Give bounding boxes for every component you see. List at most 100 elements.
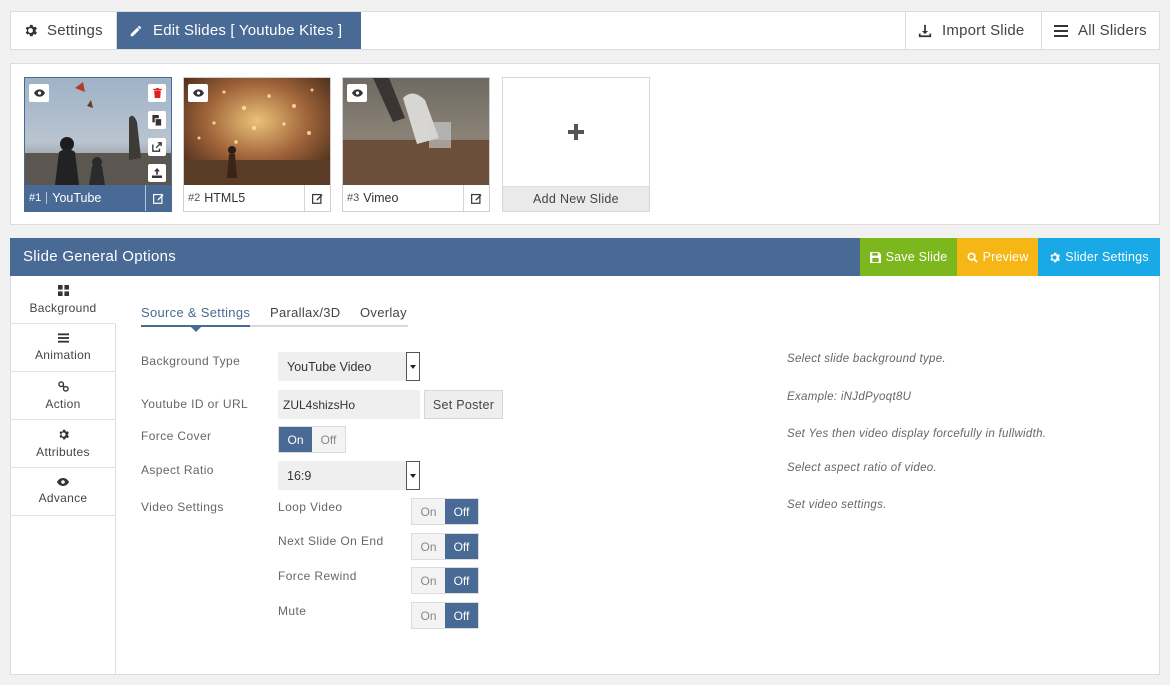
aspect-ratio-value: 16:9 [287, 468, 312, 483]
next-slide-label: Next Slide On End [278, 534, 384, 548]
duplicate-slide-button[interactable] [148, 111, 166, 129]
eye-icon [57, 478, 69, 486]
toggle-off-option[interactable]: Off [312, 427, 345, 452]
toggle-on-option[interactable]: On [412, 603, 445, 628]
tab-settings[interactable]: Settings [11, 12, 117, 49]
slide-number: #1 [25, 192, 48, 204]
toggle-on-option[interactable]: On [412, 499, 445, 524]
edit-icon [471, 193, 482, 204]
edit-slide-button[interactable] [145, 185, 171, 211]
slide-name: Vimeo [363, 191, 399, 205]
slider-settings-button[interactable]: Slider Settings [1038, 238, 1160, 276]
chevron-down-icon [406, 352, 420, 381]
sidenav-label: Animation [34, 348, 92, 362]
toggle-visibility-button[interactable] [347, 84, 367, 102]
toggle-off-option[interactable]: Off [445, 603, 478, 628]
add-new-slide-button[interactable]: Add New Slide [502, 77, 650, 212]
slide-name: YouTube [52, 191, 102, 205]
slide-number: #2 [188, 192, 201, 204]
copy-icon [152, 114, 162, 126]
top-tab-bar: Settings Edit Slides [ Youtube Kites ] I… [10, 11, 1160, 50]
all-sliders-button[interactable]: All Sliders [1041, 12, 1159, 49]
edit-icon [312, 193, 323, 204]
preview-label: Preview [982, 250, 1029, 264]
slide-card-3[interactable]: #3 Vimeo [342, 77, 490, 212]
upload-slide-button[interactable] [148, 164, 166, 182]
sidenav-label: Background [29, 300, 97, 315]
slide-caption: #3 Vimeo [343, 185, 489, 211]
aspect-ratio-help: Select aspect ratio of video. [787, 462, 937, 474]
add-new-slide-label: Add New Slide [503, 186, 649, 211]
toggle-off-option[interactable]: Off [445, 534, 478, 559]
toggle-off-option[interactable]: Off [445, 499, 478, 524]
bars-icon [57, 333, 69, 343]
save-slide-label: Save Slide [885, 250, 948, 264]
link-icon [57, 380, 69, 392]
subtab-source-settings[interactable]: Source & Settings [141, 305, 250, 320]
export-slide-button[interactable] [148, 138, 166, 156]
sidenav-label: Action [45, 396, 81, 411]
sidenav-item-attributes[interactable]: Attributes [11, 420, 115, 468]
sidenav-label: Attributes [36, 444, 90, 459]
slide-card-1[interactable]: #1 YouTube [24, 77, 172, 212]
upload-icon [152, 168, 162, 178]
save-icon [869, 251, 881, 263]
force-cover-label: Force Cover [141, 429, 212, 443]
download-icon [918, 24, 932, 38]
tab-settings-label: Settings [47, 22, 103, 39]
grid-icon [57, 284, 69, 296]
toggle-on-option[interactable]: On [412, 534, 445, 559]
options-sidenav: Background Animation Action Attributes A… [11, 276, 116, 675]
loop-video-toggle[interactable]: On Off [411, 498, 479, 525]
delete-slide-button[interactable] [148, 84, 166, 102]
slide-caption: #1 YouTube [25, 185, 171, 211]
next-slide-toggle[interactable]: On Off [411, 533, 479, 560]
mute-label: Mute [278, 604, 307, 618]
save-slide-button[interactable]: Save Slide [860, 238, 957, 276]
toggle-off-option[interactable]: Off [445, 568, 478, 593]
eye-icon [192, 89, 204, 97]
import-slide-button[interactable]: Import Slide [905, 12, 1041, 49]
force-rewind-label: Force Rewind [278, 569, 357, 583]
slide-options-panel: Slide General Options Save Slide Preview… [10, 238, 1160, 675]
bg-type-value: YouTube Video [287, 359, 372, 374]
bars-icon [1054, 24, 1068, 37]
force-cover-help: Set Yes then video display forcefully in… [787, 428, 1047, 440]
toggle-visibility-button[interactable] [29, 84, 49, 102]
slide-card-2[interactable]: #2 HTML5 [183, 77, 331, 212]
bg-type-label: Background Type [141, 354, 241, 368]
panel-title: Slide General Options [23, 248, 177, 265]
aspect-ratio-select[interactable]: 16:9 [278, 461, 420, 490]
edit-slide-button[interactable] [463, 185, 489, 211]
sidenav-item-action[interactable]: Action [11, 372, 115, 420]
sidenav-item-background[interactable]: Background [11, 276, 116, 324]
force-cover-toggle[interactable]: On Off [278, 426, 346, 453]
import-slide-label: Import Slide [942, 22, 1025, 39]
subtab-caret-icon [191, 327, 201, 332]
chevron-down-icon [406, 461, 420, 490]
toggle-on-option[interactable]: On [412, 568, 445, 593]
sidenav-item-advance[interactable]: Advance [11, 468, 115, 516]
youtube-id-label: Youtube ID or URL [141, 397, 249, 411]
slide-number: #3 [347, 192, 360, 204]
force-rewind-toggle[interactable]: On Off [411, 567, 479, 594]
toggle-visibility-button[interactable] [188, 84, 208, 102]
edit-slide-button[interactable] [304, 185, 330, 211]
tab-edit-slides-label: Edit Slides [ Youtube Kites ] [153, 22, 343, 39]
eye-icon [351, 89, 363, 97]
gear-icon [24, 24, 37, 37]
youtube-id-input[interactable]: ZUL4shizsHo [278, 390, 420, 419]
bg-type-help: Select slide background type. [787, 353, 946, 365]
video-settings-help: Set video settings. [787, 499, 887, 511]
toggle-on-option[interactable]: On [279, 427, 312, 452]
gear-icon [1049, 252, 1061, 263]
preview-button[interactable]: Preview [957, 238, 1038, 276]
subtab-parallax-3d[interactable]: Parallax/3D [270, 305, 341, 320]
subtab-overlay[interactable]: Overlay [360, 305, 407, 320]
tab-edit-slides[interactable]: Edit Slides [ Youtube Kites ] [117, 12, 361, 49]
bg-type-select[interactable]: YouTube Video [278, 352, 420, 381]
sidenav-item-animation[interactable]: Animation [11, 324, 115, 372]
aspect-ratio-label: Aspect Ratio [141, 463, 214, 477]
set-poster-button[interactable]: Set Poster [424, 390, 503, 419]
mute-toggle[interactable]: On Off [411, 602, 479, 629]
